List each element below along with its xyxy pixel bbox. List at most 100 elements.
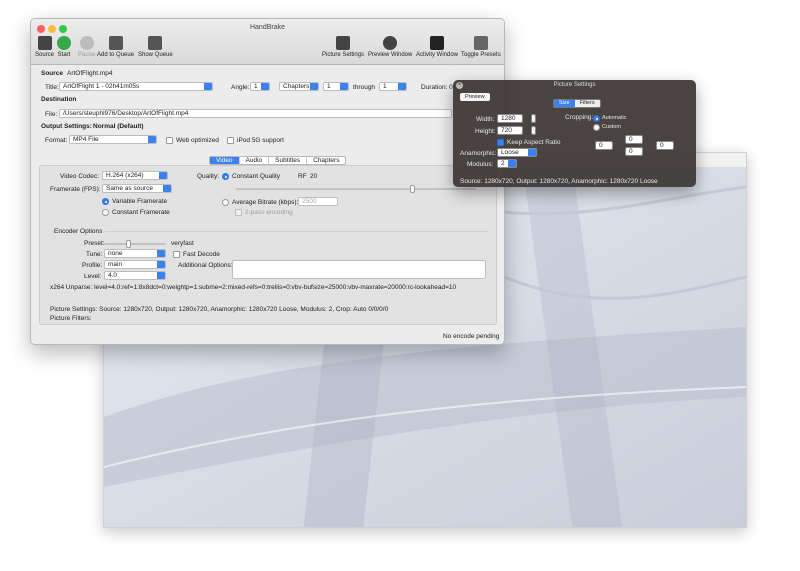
chapter-end-popup[interactable]: 1	[379, 82, 407, 91]
additional-options-field[interactable]	[232, 260, 486, 279]
source-button[interactable]: Source	[35, 36, 54, 58]
quality-label: Quality:	[197, 173, 220, 180]
picture-settings-button[interactable]: Picture Settings	[322, 36, 364, 58]
tab-audio[interactable]: Audio	[240, 157, 270, 164]
tab-chapters[interactable]: Chapters	[307, 157, 345, 164]
duration-label: Duration: 0	[421, 84, 453, 91]
picture-settings-title: Picture Settings	[553, 82, 596, 88]
encoder-options-heading: Encoder Options	[54, 228, 106, 235]
chevron-updown-icon	[261, 83, 269, 90]
profile-popup[interactable]: main	[104, 260, 166, 269]
level-popup[interactable]: 4.0	[104, 271, 166, 280]
height-field[interactable]: 720	[497, 126, 523, 135]
source-heading: Source	[41, 70, 64, 77]
level-label: Level:	[84, 273, 102, 280]
picture-source-summary: Source: 1280x720, Output: 1280x720, Anam…	[460, 178, 658, 185]
picture-settings-panel: × Picture Settings Preview Size Filters …	[453, 80, 696, 187]
bitrate-field[interactable]: 2500	[298, 197, 338, 206]
tab-video[interactable]: Video	[210, 157, 240, 164]
tune-label: Tune:	[86, 251, 103, 258]
rf-label: RF	[298, 173, 307, 180]
tab-filters[interactable]: Filters	[575, 100, 600, 107]
eye-icon	[383, 36, 398, 50]
fast-decode-checkbox[interactable]	[173, 251, 180, 258]
source-filename: ArtOfFlight.mp4	[67, 70, 113, 77]
title-popup[interactable]: ArtOfFlight 1 - 02h41m05s	[59, 82, 213, 91]
pause-icon	[79, 36, 94, 50]
chapters-mode-popup[interactable]: Chapters	[279, 82, 319, 91]
keep-aspect-checkbox[interactable]	[497, 139, 504, 146]
tab-size[interactable]: Size	[554, 100, 575, 107]
picture-filters-summary: Picture Filters:	[50, 315, 92, 322]
toggle-presets-button[interactable]: Toggle Presets	[461, 36, 501, 58]
chapter-start-popup[interactable]: 1	[323, 82, 349, 91]
height-label: Height:	[475, 128, 496, 135]
destination-heading: Destination	[41, 96, 77, 103]
chevron-updown-icon	[340, 83, 348, 90]
presets-drawer-icon	[473, 36, 488, 50]
tune-popup[interactable]: none	[104, 249, 166, 258]
chevron-updown-icon	[310, 83, 318, 90]
preview-button[interactable]: Preview	[460, 93, 490, 101]
modulus-popup[interactable]: 2	[497, 159, 517, 168]
show-queue-button[interactable]: Show Queue	[138, 36, 173, 58]
format-popup[interactable]: MP4 File	[69, 135, 157, 144]
crop-bottom-field[interactable]: 0	[625, 147, 643, 156]
anamorphic-popup[interactable]: Loose	[497, 148, 537, 157]
picture-tabs: Size Filters	[553, 99, 601, 108]
framerate-popup[interactable]: Same as source	[102, 184, 172, 193]
width-stepper[interactable]	[531, 114, 536, 123]
tab-subtitles[interactable]: Subtitles	[269, 157, 308, 164]
terminal-icon	[430, 36, 444, 50]
pause-button[interactable]: Pause	[78, 36, 95, 58]
chevron-updown-icon	[157, 261, 165, 268]
preview-window-button[interactable]: Preview Window	[368, 36, 412, 58]
variable-framerate-radio[interactable]	[102, 198, 109, 205]
framerate-label: Framerate (FPS):	[50, 186, 101, 193]
activity-window-button[interactable]: Activity Window	[416, 36, 458, 58]
quality-slider[interactable]	[236, 185, 476, 193]
encoder-divider	[52, 231, 488, 232]
chevron-updown-icon	[157, 250, 165, 257]
window-toolbar: HandBrake Source Start Pause Add to Queu…	[31, 19, 504, 65]
profile-label: Profile:	[82, 262, 103, 269]
encoder-preset-slider[interactable]	[104, 240, 166, 248]
average-bitrate-label: Average Bitrate (kbps):	[232, 199, 299, 206]
preset-value: veryfast	[171, 240, 194, 247]
settings-tabs: Video Audio Subtitles Chapters	[209, 156, 347, 165]
through-label: through	[353, 84, 376, 91]
two-pass-checkbox[interactable]	[235, 209, 242, 216]
add-to-queue-button[interactable]: Add to Queue	[97, 36, 134, 58]
ipod-support-label: iPod 5G support	[237, 137, 284, 144]
chevron-updown-icon	[508, 160, 516, 167]
chevron-updown-icon	[163, 185, 171, 192]
ipod-support-checkbox[interactable]	[227, 137, 234, 144]
crop-automatic-radio[interactable]	[593, 115, 600, 122]
constant-framerate-label: Constant Framerate	[112, 209, 170, 216]
additional-options-label: Additional Options:	[178, 262, 233, 269]
start-button[interactable]: Start	[57, 36, 71, 58]
fast-decode-label: Fast Decode	[183, 251, 220, 258]
crop-left-field[interactable]: 0	[595, 141, 613, 150]
crop-top-field[interactable]: 0	[625, 135, 643, 144]
web-optimized-label: Web optimized	[176, 137, 219, 144]
height-stepper[interactable]	[531, 126, 536, 135]
modulus-label: Modulus:	[467, 161, 494, 168]
width-field[interactable]: 1280	[497, 114, 523, 123]
average-bitrate-radio[interactable]	[222, 199, 229, 206]
video-codec-label: Video Codec:	[60, 173, 99, 180]
rf-value: 20	[310, 173, 318, 180]
web-optimized-checkbox[interactable]	[166, 137, 173, 144]
quality-slider-knob[interactable]	[409, 185, 415, 193]
play-icon	[57, 36, 71, 50]
chevron-updown-icon	[398, 83, 406, 90]
angle-popup[interactable]: 1	[250, 82, 270, 91]
constant-quality-radio[interactable]	[222, 173, 229, 180]
crop-custom-radio[interactable]	[593, 124, 600, 131]
constant-framerate-radio[interactable]	[102, 209, 109, 216]
two-pass-label: 2-pass encoding	[245, 209, 293, 216]
crop-right-field[interactable]: 0	[656, 141, 674, 150]
video-codec-popup[interactable]: H.264 (x264)	[102, 171, 168, 180]
encoder-preset-knob[interactable]	[126, 240, 131, 248]
destination-file-field[interactable]: /Users/steuphl976/Desktop/ArtOfFlight.mp…	[59, 109, 452, 118]
